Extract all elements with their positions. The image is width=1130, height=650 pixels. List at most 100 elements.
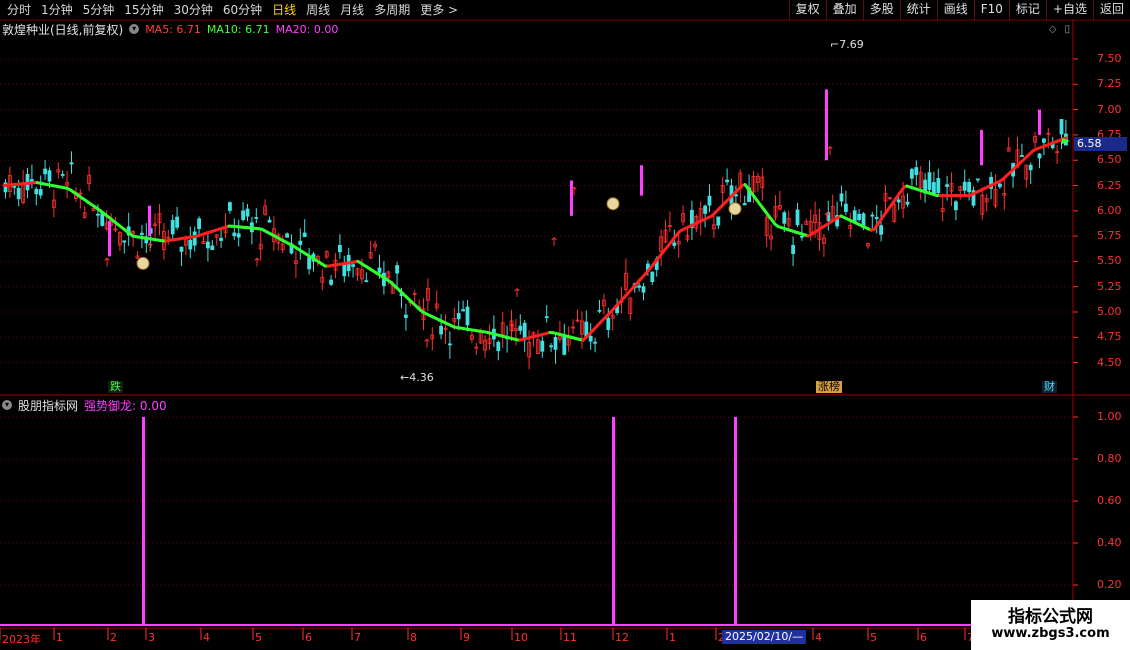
candle-body [725,179,729,183]
event-marker-finance[interactable]: 财 [1042,381,1057,393]
candle-body [236,233,241,238]
indicator-tick-label: 0.80 [1097,452,1122,465]
signal-bar [1038,109,1041,135]
signal-bar [108,220,111,257]
price-tick-label: 7.25 [1097,77,1122,91]
candle-body [254,217,259,219]
candle-body [637,285,641,288]
low-price-mark: ←4.36 [400,371,434,384]
candle-body [197,218,202,230]
date-tick-label: 5 [870,631,877,644]
candle-body [540,340,545,352]
signal-bar [980,129,983,166]
candle-body [38,189,43,196]
candle-body [351,264,356,267]
candle-body [170,219,175,235]
candle-body [232,232,237,237]
candle-body [43,168,47,175]
candle-body [641,286,646,293]
candle-body [47,170,52,182]
price-tick-label: 5.00 [1097,305,1122,318]
money-bag-icon [606,197,620,211]
candle-body [1037,153,1042,159]
candle-body [1020,155,1024,157]
date-tick-label: 9 [463,631,470,644]
candle-body [205,241,210,249]
candle-body [210,245,215,251]
kline-chart[interactable]: ↑ ↑ ↑ ↑ ↑ ↑ ↑ ↑ ↑ ↑ [0,0,1130,650]
candle-body [998,183,1002,188]
candle-body [1059,119,1064,135]
indicator-spike [142,417,145,625]
candle-body [227,202,232,211]
current-price-box: 6.58 [1074,137,1127,151]
candle-body [285,233,290,238]
watermark-title: 指标公式网 [1008,607,1093,627]
candle-body [791,244,795,255]
buy-arrow-icon: ↑ [422,336,432,350]
candle-body [852,210,857,222]
date-tick-label: 8 [410,631,417,644]
date-tick-label: 1 [669,631,676,644]
money-bag-icon [728,202,742,216]
candle-body [192,231,197,246]
candle-body [60,174,65,176]
indicator-tick-label: 1.00 [1097,410,1122,423]
candle-body [870,214,875,217]
date-tick-label: 2 [110,631,117,644]
candle-body [857,213,861,220]
candle-body [465,306,470,326]
date-tick-label: 1 [56,631,63,644]
date-tick-label: 7 [354,631,361,644]
candle-body [650,271,655,283]
high-price-value: 7.69 [839,38,864,51]
buy-arrow-icon: ↑ [822,210,832,224]
price-tick-label: 6.25 [1097,178,1122,192]
candle-body [179,246,184,252]
candle-body [716,216,721,226]
indicator-tick-label: 0.20 [1097,578,1122,591]
indicator-tick-label: 0.60 [1097,494,1122,507]
date-tick-label: 6 [305,631,312,644]
indicator-tick-label: 0.40 [1097,536,1122,549]
candle-body [518,325,523,331]
candle-body [329,279,334,285]
event-marker-ranking[interactable]: 涨榜 [816,381,842,393]
candle-body [914,167,919,176]
buy-arrow-icon: ↑ [252,255,262,269]
price-tick-label: 6.00 [1097,203,1122,217]
date-tick-label: 4 [203,631,210,644]
candle-body [932,182,936,195]
candle-body [122,240,127,243]
candle-body [96,213,100,216]
candle-body [910,168,914,179]
price-tick-label: 5.75 [1097,229,1122,243]
candle-body [562,336,567,355]
event-marker-down[interactable]: 跌 [108,381,123,393]
date-tick-label: 5 [255,631,262,644]
date-highlight: 2025/02/10/— [722,630,807,644]
candle-body [16,187,21,200]
candle-body [395,265,400,274]
candle-body [364,280,369,283]
candle-body [707,195,712,206]
candle-body [936,178,941,194]
date-tick-label: 3 [148,631,155,644]
candle-body [34,188,39,195]
candle-body [945,184,949,187]
date-tick-label: 4 [815,631,822,644]
candle-body [905,201,910,205]
signal-bar [640,165,643,196]
candle-body [298,240,303,245]
candle-body [672,242,677,246]
price-tick-label: 5.50 [1097,254,1122,268]
candle-body [245,208,250,217]
candle-body [782,212,787,224]
candle-body [896,199,901,203]
price-tick-label: 4.50 [1097,355,1122,369]
candle-body [553,337,558,350]
price-tick-label: 6.50 [1097,153,1122,167]
money-bag-icon [136,256,150,270]
candle-body [447,343,452,346]
candle-body [839,193,844,202]
